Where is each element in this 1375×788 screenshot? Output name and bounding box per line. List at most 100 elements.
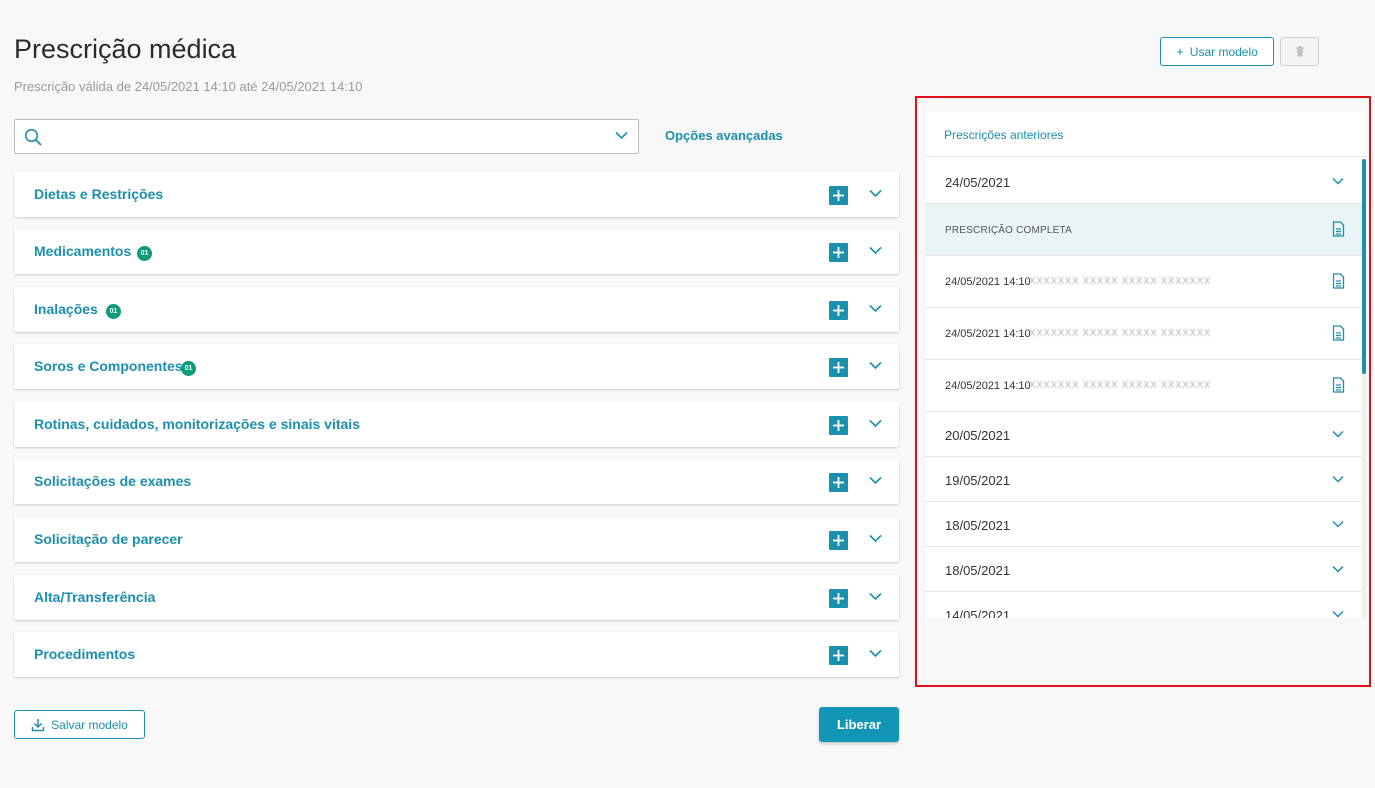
date-label: 24/05/2021 — [945, 175, 1011, 190]
search-input[interactable] — [53, 126, 613, 148]
plus-icon — [833, 305, 844, 316]
count-badge: 01 — [106, 304, 121, 319]
delete-button[interactable] — [1280, 37, 1319, 66]
section-procedimentos[interactable]: Procedimentos — [14, 632, 899, 677]
panel-title: Prescrições anteriores — [944, 128, 1064, 142]
prescription-entry[interactable]: 24/05/2021 14:10 XXXXXXX XXXXX XXXXX XXX… — [925, 256, 1362, 308]
add-button[interactable] — [829, 589, 848, 608]
date-label: 18/05/2021 — [945, 563, 1011, 578]
section-soros[interactable]: Soros e Componentes 01 — [14, 344, 899, 389]
section-label: Procedimentos — [34, 646, 136, 662]
document-icon[interactable] — [1332, 325, 1345, 341]
document-icon[interactable] — [1332, 221, 1345, 237]
section-rotinas[interactable]: Rotinas, cuidados, monitorizações e sina… — [14, 402, 899, 447]
date-label: 14/05/2021 — [945, 608, 1011, 618]
salvar-modelo-button[interactable]: Salvar modelo — [14, 710, 145, 739]
plus-icon — [833, 535, 844, 546]
entry-name-redacted: XXXXXXX XXXXX XXXXX XXXXXXX — [1029, 328, 1211, 339]
count-badge: 01 — [137, 246, 152, 261]
chevron-down-icon — [1332, 430, 1344, 438]
advanced-options-link[interactable]: Opções avançadas — [665, 128, 783, 143]
chevron-down-icon[interactable] — [869, 592, 882, 601]
section-alta[interactable]: Alta/Transferência — [14, 575, 899, 620]
date-label: 19/05/2021 — [945, 473, 1011, 488]
search-icon — [24, 128, 42, 146]
chevron-down-icon[interactable] — [869, 534, 882, 543]
add-button[interactable] — [829, 473, 848, 492]
date-row[interactable]: 18/05/2021 — [925, 502, 1362, 547]
add-button[interactable] — [829, 301, 848, 320]
prescription-entry[interactable]: 24/05/2021 14:10 XXXXXXX XXXXX XXXXX XXX… — [925, 360, 1362, 412]
chevron-down-icon[interactable] — [869, 649, 882, 658]
chevron-down-icon — [1332, 610, 1344, 618]
usar-modelo-label: Usar modelo — [1189, 44, 1258, 59]
date-label: 18/05/2021 — [945, 518, 1011, 533]
prescricao-completa-label: PRESCRIÇÃO COMPLETA — [945, 225, 1072, 236]
section-label: Inalações — [34, 301, 98, 317]
chevron-down-icon[interactable] — [869, 419, 882, 428]
chevron-down-icon[interactable] — [869, 246, 882, 255]
chevron-down-icon[interactable] — [869, 304, 882, 313]
section-parecer[interactable]: Solicitação de parecer — [14, 517, 899, 562]
add-button[interactable] — [829, 531, 848, 550]
plus-icon — [833, 593, 844, 604]
trash-icon — [1295, 46, 1304, 57]
section-label: Medicamentos — [34, 243, 132, 259]
plus-icon — [833, 190, 844, 201]
add-button[interactable] — [829, 416, 848, 435]
section-label: Soros e Componentes — [34, 358, 183, 374]
plus-icon — [833, 477, 844, 488]
plus-icon — [833, 420, 844, 431]
add-button[interactable] — [829, 186, 848, 205]
prescription-validity: Prescrição válida de 24/05/2021 14:10 at… — [14, 79, 363, 94]
date-row[interactable]: 19/05/2021 — [925, 457, 1362, 502]
document-icon[interactable] — [1332, 377, 1345, 393]
plus-icon — [833, 247, 844, 258]
chevron-down-icon[interactable] — [869, 476, 882, 485]
section-label: Solicitação de parecer — [34, 531, 183, 547]
prescription-list: 24/05/2021 PRESCRIÇÃO COMPLETA 24/05/202… — [925, 159, 1362, 618]
plus-icon: + — [1176, 44, 1184, 59]
prescricao-completa-row[interactable]: PRESCRIÇÃO COMPLETA — [925, 204, 1362, 256]
salvar-modelo-label: Salvar modelo — [51, 717, 128, 732]
section-medicamentos[interactable]: Medicamentos 01 — [14, 229, 899, 274]
document-icon[interactable] — [1332, 273, 1345, 289]
date-row[interactable]: 14/05/2021 — [925, 592, 1362, 618]
section-label: Solicitações de exames — [34, 473, 192, 489]
scrollbar[interactable] — [1362, 159, 1366, 618]
usar-modelo-button[interactable]: + Usar modelo — [1160, 37, 1274, 66]
date-row[interactable]: 18/05/2021 — [925, 547, 1362, 592]
liberar-button[interactable]: Liberar — [819, 707, 899, 742]
section-inalacoes[interactable]: Inalações 01 — [14, 287, 899, 332]
plus-icon — [833, 362, 844, 373]
chevron-down-icon[interactable] — [615, 131, 628, 140]
chevron-down-icon — [1332, 475, 1344, 483]
entry-time: 24/05/2021 14:10 — [945, 380, 1031, 392]
page-title: Prescrição médica — [14, 34, 237, 64]
entry-time: 24/05/2021 14:10 — [945, 276, 1031, 288]
entry-name-redacted: XXXXXXX XXXXX XXXXX XXXXXXX — [1029, 276, 1211, 287]
add-button[interactable] — [829, 243, 848, 262]
add-button[interactable] — [829, 646, 848, 665]
chevron-up-icon — [1332, 177, 1344, 185]
date-row[interactable]: 20/05/2021 — [925, 412, 1362, 457]
chevron-down-icon — [1332, 565, 1344, 573]
panel-header: Prescrições anteriores — [925, 112, 1366, 157]
add-button[interactable] — [829, 358, 848, 377]
date-row-expanded[interactable]: 24/05/2021 — [925, 159, 1362, 204]
prescription-entry[interactable]: 24/05/2021 14:10 XXXXXXX XXXXX XXXXX XXX… — [925, 308, 1362, 360]
chevron-down-icon[interactable] — [869, 361, 882, 370]
download-icon — [31, 718, 45, 731]
search-field[interactable] — [14, 119, 639, 154]
section-label: Dietas e Restrições — [34, 186, 164, 202]
chevron-down-icon[interactable] — [869, 189, 882, 198]
previous-prescriptions-panel: Prescrições anteriores 24/05/2021 PRESCR… — [925, 112, 1366, 618]
count-badge: 01 — [181, 361, 196, 376]
section-label: Rotinas, cuidados, monitorizações e sina… — [34, 416, 360, 432]
scrollbar-thumb[interactable] — [1362, 159, 1366, 374]
section-dietas[interactable]: Dietas e Restrições — [14, 172, 899, 217]
entry-time: 24/05/2021 14:10 — [945, 328, 1031, 340]
chevron-down-icon — [1332, 520, 1344, 528]
section-exames[interactable]: Solicitações de exames — [14, 459, 899, 504]
entry-name-redacted: XXXXXXX XXXXX XXXXX XXXXXXX — [1029, 380, 1211, 391]
